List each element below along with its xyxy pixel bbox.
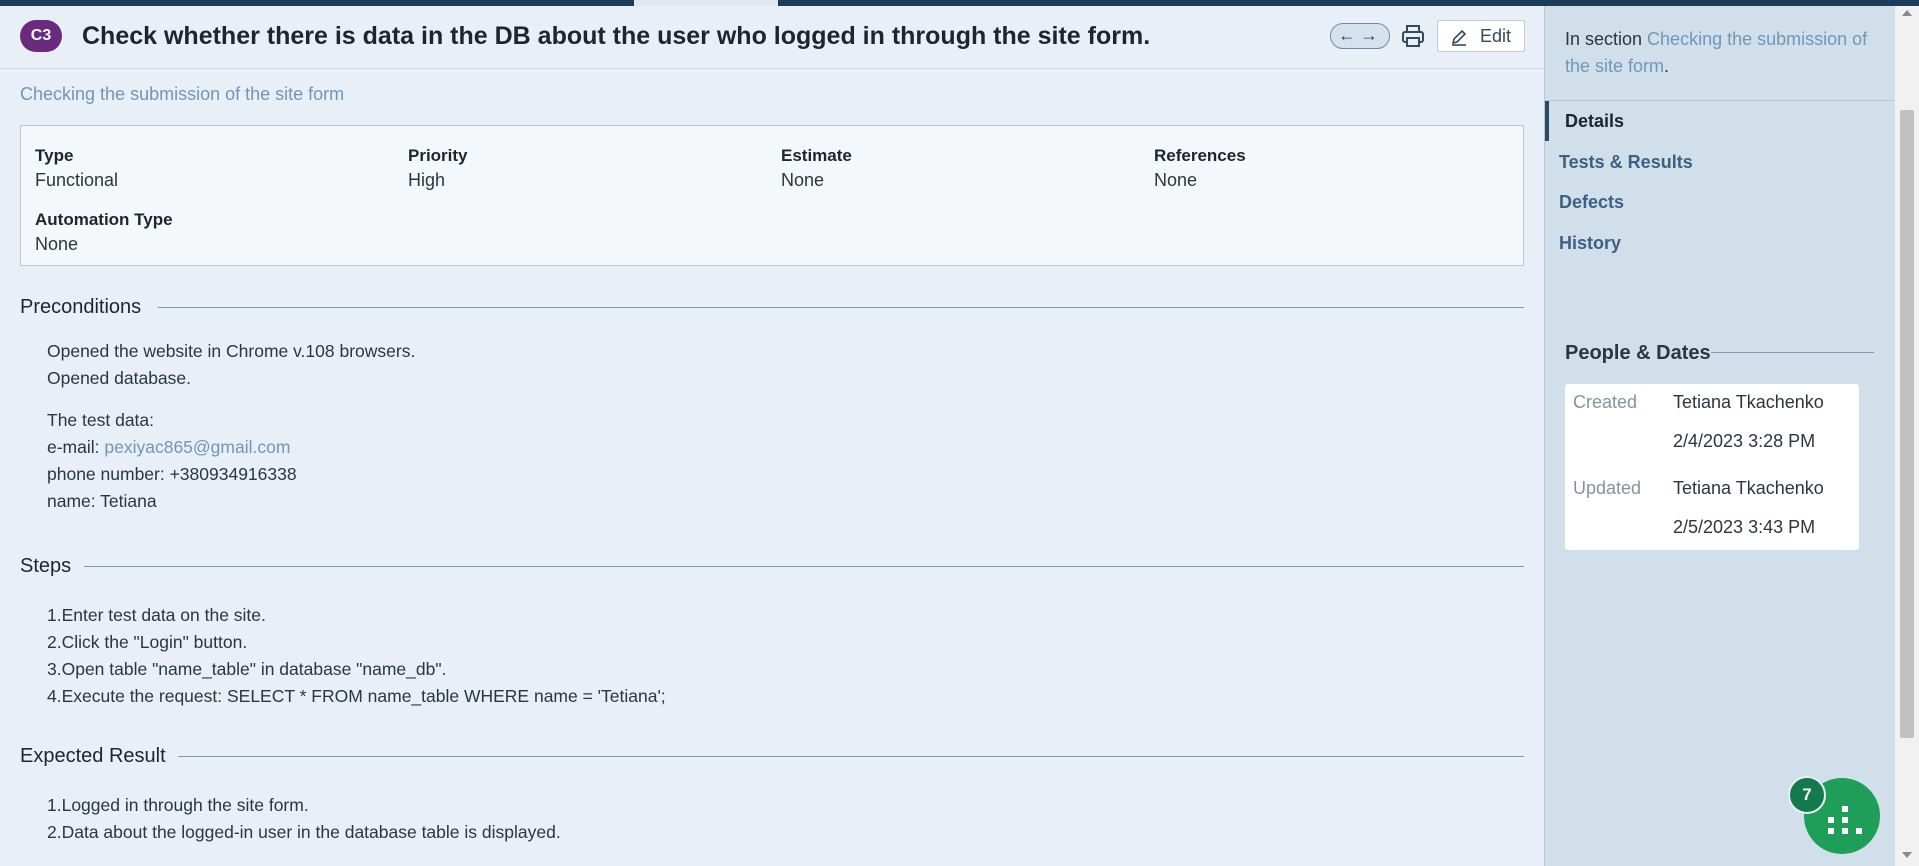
test-data-phone: phone number: +380934916338: [47, 464, 297, 484]
created-label: Created: [1573, 392, 1638, 412]
sidebar-item-tests-results[interactable]: Tests & Results: [1559, 152, 1693, 173]
prop-label: References: [1154, 146, 1246, 165]
created-by: Tetiana Tkachenko: [1673, 392, 1824, 412]
test-data-email: e-mail: pexiyac865@gmail.com: [47, 434, 290, 461]
section-link[interactable]: Checking the submission of the site form: [20, 84, 344, 105]
section-divider: [178, 756, 1524, 757]
print-icon: [1402, 25, 1424, 47]
sidebar-item-defects[interactable]: Defects: [1559, 192, 1624, 213]
test-data-name: name: Tetiana: [47, 491, 157, 511]
in-section-text: In section Checking the submission of th…: [1565, 26, 1885, 80]
print-button[interactable]: [1400, 23, 1426, 49]
prop-value: None: [35, 234, 79, 254]
precondition-line: Opened the website in Chrome v.108 brows…: [47, 341, 416, 361]
grid-icon: [1828, 806, 1862, 834]
case-main: C3 Check whether there is data in the DB…: [0, 6, 1544, 866]
test-data-label: The test data:: [47, 410, 155, 430]
scroll-thumb[interactable]: [1900, 110, 1914, 738]
section-divider: [1711, 352, 1874, 353]
step-item: 3.Open table "name_table" in database "n…: [47, 659, 447, 679]
prop-label: Priority: [408, 146, 468, 165]
page-scrollbar[interactable]: [1895, 6, 1919, 866]
prop-label: Type: [35, 146, 74, 165]
properties-panel: Type Functional Priority High Estimate N…: [20, 125, 1524, 266]
sidebar-item-history[interactable]: History: [1559, 233, 1621, 254]
people-dates-card: Created Tetiana Tkachenko 2/4/2023 3:28 …: [1565, 384, 1859, 550]
step-item: 2.Click the "Login" button.: [47, 632, 248, 652]
expected-item: 2.Data about the logged-in user in the d…: [47, 822, 561, 842]
email-link[interactable]: pexiyac865@gmail.com: [104, 437, 290, 457]
in-section-prefix: In section: [1565, 29, 1648, 49]
section-divider: [84, 566, 1524, 567]
prop-automation-type: Automation Type None: [35, 210, 173, 255]
expected-item: 1.Logged in through the site form.: [47, 795, 309, 815]
expected-heading: Expected Result: [20, 745, 166, 767]
precondition-line: Opened database.: [47, 368, 192, 388]
case-title: Check whether there is data in the DB ab…: [82, 22, 1151, 50]
case-header: C3 Check whether there is data in the DB…: [0, 6, 1544, 69]
active-nav-indicator: [1545, 101, 1549, 141]
scroll-up-icon[interactable]: [1902, 10, 1912, 16]
prop-priority: Priority High: [408, 146, 468, 191]
edit-button[interactable]: Edit: [1437, 20, 1525, 52]
in-section-suffix: .: [1664, 56, 1670, 76]
steps-heading: Steps: [20, 555, 72, 577]
sidebar-divider: [1545, 100, 1896, 101]
prop-value: None: [1154, 170, 1198, 190]
people-dates-heading: People & Dates: [1565, 342, 1711, 364]
edit-label: Edit: [1480, 26, 1512, 46]
updated-label: Updated: [1573, 478, 1642, 498]
case-id-badge: C3: [20, 20, 62, 52]
updated-by: Tetiana Tkachenko: [1673, 478, 1824, 498]
section-divider: [158, 307, 1524, 308]
prop-value: None: [781, 170, 825, 190]
preconditions-heading: Preconditions: [20, 296, 142, 318]
prop-value: Functional: [35, 170, 119, 190]
prop-label: Estimate: [781, 146, 852, 165]
prop-value: High: [408, 170, 446, 190]
created-at: 2/4/2023 3:28 PM: [1673, 431, 1816, 451]
pencil-icon: [1451, 29, 1467, 46]
prop-estimate: Estimate None: [781, 146, 852, 191]
notification-count-badge: 7: [1788, 776, 1826, 814]
sidebar-item-details[interactable]: Details: [1565, 111, 1624, 132]
right-sidebar: In section Checking the submission of th…: [1544, 6, 1896, 866]
prop-type: Type Functional: [35, 146, 118, 191]
scroll-down-icon[interactable]: [1902, 852, 1912, 858]
prop-label: Automation Type: [35, 210, 173, 229]
prop-references: References None: [1154, 146, 1246, 191]
updated-at: 2/5/2023 3:43 PM: [1673, 517, 1816, 537]
email-label: e-mail:: [47, 437, 105, 457]
prev-next-nav[interactable]: ←→: [1330, 23, 1390, 49]
step-item: 1.Enter test data on the site.: [47, 605, 266, 625]
step-item: 4.Execute the request: SELECT * FROM nam…: [47, 686, 666, 706]
